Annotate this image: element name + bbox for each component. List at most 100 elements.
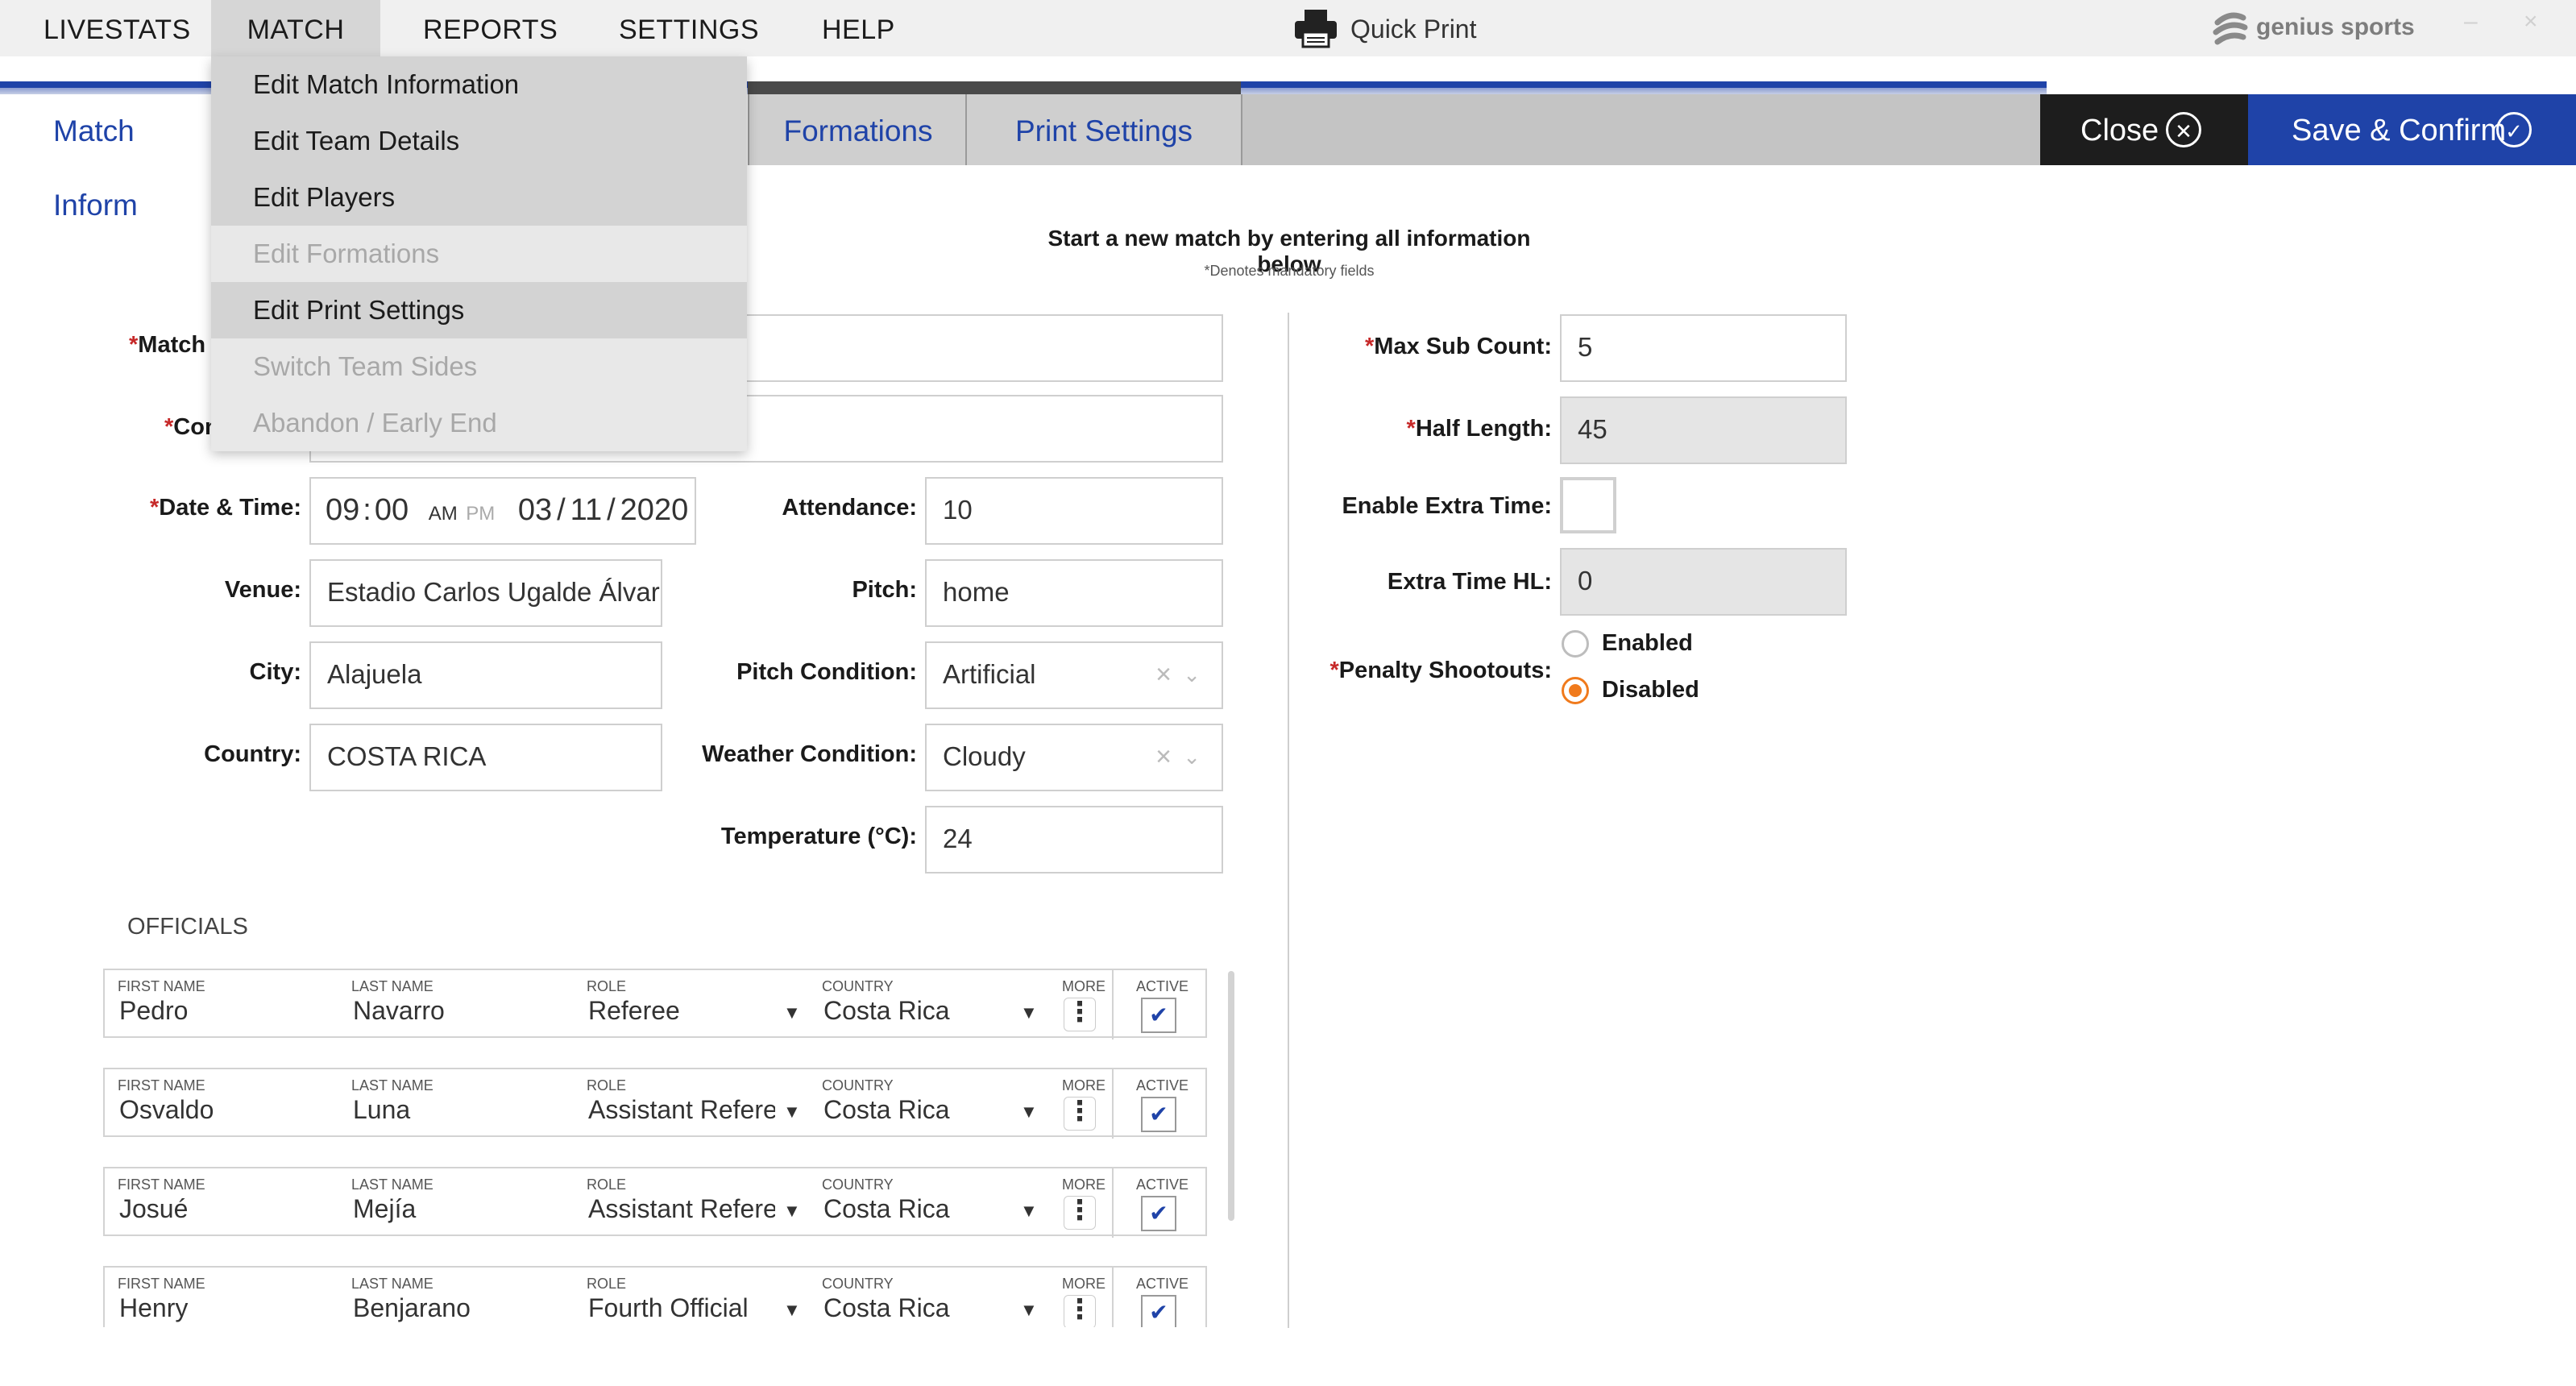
official-role[interactable]: Referee [588,996,775,1026]
menu-reports[interactable]: REPORTS [423,0,558,56]
active-checkbox-check-icon[interactable]: ✔ [1141,1196,1176,1231]
menu-livestats[interactable]: LIVESTATS [44,0,191,56]
enable-extra-time-checkbox[interactable] [1560,477,1616,533]
tab-match-information[interactable]: Match Inform [0,94,214,222]
official-country[interactable]: Costa Rica [823,996,1010,1026]
weather-condition-select[interactable]: Cloudy × ⌄ [925,724,1223,791]
weather-condition-value: Cloudy [943,741,1026,771]
chevron-down-icon[interactable]: ⌄ [1183,725,1201,788]
official-role[interactable]: Assistant Referee [588,1095,775,1125]
half-length-input[interactable]: 45 [1560,396,1847,464]
active-col-label: ACTIVE [1136,1176,1189,1193]
pitch-label: Pitch: [852,577,917,603]
mandatory-note: *Denotes mandatory fields [1204,263,1375,279]
last-name-col-label: LAST NAME [351,1276,433,1292]
menu-item-edit-team-details[interactable]: Edit Team Details [211,113,747,169]
caret-down-icon[interactable]: ▼ [1020,1102,1038,1122]
venue-input[interactable]: Estadio Carlos Ugalde Álvarez [309,559,662,627]
first-name-col-label: FIRST NAME [118,1176,205,1193]
pitch-condition-select[interactable]: Artificial × ⌄ [925,641,1223,709]
competition-label: *Con [164,414,219,440]
penalty-shootouts-label: *Penalty Shootouts: [1329,658,1552,683]
more-options-icon[interactable]: ⋮ [1064,1295,1096,1327]
official-country[interactable]: Costa Rica [823,1095,1010,1125]
caret-down-icon[interactable]: ▼ [783,1201,801,1222]
max-sub-count-label: *Max Sub Count: [1365,334,1552,359]
pitch-input[interactable]: home [925,559,1223,627]
caret-down-icon[interactable]: ▼ [1020,1002,1038,1023]
tab-header-strip [748,81,1241,94]
official-first-name[interactable]: Josué [119,1194,329,1224]
country-col-label: COUNTRY [822,1077,894,1093]
city-input[interactable]: Alajuela [309,641,662,709]
active-checkbox-check-icon[interactable]: ✔ [1141,998,1176,1033]
official-first-name[interactable]: Osvaldo [119,1095,329,1125]
minimize-icon[interactable]: – [2464,8,2478,35]
save-confirm-label: Save & Confirm [2292,114,2507,147]
official-last-name[interactable]: Navarro [353,996,562,1026]
extra-time-hl-label: Extra Time HL: [1387,569,1552,595]
max-sub-count-input[interactable]: 5 [1560,314,1847,382]
enable-extra-time-label: Enable Extra Time: [1342,493,1552,519]
clear-icon[interactable]: × [1155,643,1172,706]
menu-item-edit-players[interactable]: Edit Players [211,169,747,226]
column-divider [1288,313,1289,1328]
caret-down-icon[interactable]: ▼ [1020,1300,1038,1321]
tab-print-settings[interactable]: Print Settings [965,94,1242,165]
officials-scrollbar[interactable] [1228,971,1234,1221]
printer-icon[interactable] [1293,8,1338,48]
more-options-icon[interactable]: ⋮ [1064,998,1096,1031]
caret-down-icon[interactable]: ▼ [1020,1201,1038,1222]
official-country[interactable]: Costa Rica [823,1293,1010,1323]
caret-down-icon[interactable]: ▼ [783,1102,801,1122]
match-label: *Match [129,332,206,358]
city-label: City: [249,659,301,685]
official-last-name[interactable]: Mejía [353,1194,562,1224]
caret-down-icon[interactable]: ▼ [783,1300,801,1321]
official-role[interactable]: Assistant Referee [588,1194,775,1224]
match-dropdown-menu: Edit Match Information Edit Team Details… [211,56,747,451]
temperature-input[interactable]: 24 [925,806,1223,874]
pitch-condition-value: Artificial [943,659,1036,689]
official-row: FIRST NAME Josué LAST NAME Mejía ROLE Assista… [103,1167,1207,1238]
official-last-name[interactable]: Benjarano [353,1293,562,1323]
first-name-col-label: FIRST NAME [118,1276,205,1292]
country-col-label: COUNTRY [822,1176,894,1193]
chevron-down-icon[interactable]: ⌄ [1183,643,1201,706]
extra-time-hl-input[interactable]: 0 [1560,548,1847,616]
caret-down-icon[interactable]: ▼ [783,1002,801,1023]
date-time-input[interactable]: 09:00 AM PM 03/11/2020 [309,477,696,545]
official-role[interactable]: Fourth Official [588,1293,775,1323]
row-divider [1112,1069,1114,1139]
more-options-icon[interactable]: ⋮ [1064,1196,1096,1230]
weather-condition-label: Weather Condition: [702,741,917,767]
more-options-icon[interactable]: ⋮ [1064,1097,1096,1131]
official-first-name[interactable]: Henry [119,1293,329,1323]
clear-icon[interactable]: × [1155,725,1172,788]
attendance-input[interactable]: 10 [925,477,1223,545]
menu-item-edit-match-information[interactable]: Edit Match Information [211,56,747,113]
menu-item-edit-print-settings[interactable]: Edit Print Settings [211,282,747,338]
window-close-icon[interactable]: × [2524,8,2538,35]
close-button[interactable]: Close ✕ [2040,94,2248,165]
penalty-disabled-radio[interactable] [1562,677,1589,704]
active-checkbox-check-icon[interactable]: ✔ [1141,1295,1176,1327]
more-col-label: MORE [1062,1077,1105,1093]
menu-settings[interactable]: SETTINGS [619,0,759,56]
role-col-label: ROLE [587,1276,627,1292]
role-col-label: ROLE [587,1077,627,1093]
official-row: FIRST NAME Pedro LAST NAME Navarro ROLE Refer… [103,969,1207,1040]
official-last-name[interactable]: Luna [353,1095,562,1125]
quick-print-button[interactable]: Quick Print [1350,10,1476,48]
save-confirm-button[interactable]: Save & Confirm ✓ [2248,94,2576,165]
menu-help[interactable]: HELP [822,0,895,56]
official-first-name[interactable]: Pedro [119,996,329,1026]
tab-formations[interactable]: Formations [748,94,967,165]
active-checkbox-check-icon[interactable]: ✔ [1141,1097,1176,1132]
country-input[interactable]: COSTA RICA [309,724,662,791]
official-country[interactable]: Costa Rica [823,1194,1010,1224]
penalty-enabled-radio[interactable] [1562,630,1589,658]
more-col-label: MORE [1062,978,1105,994]
menu-match[interactable]: MATCH [211,0,380,56]
active-col-label: ACTIVE [1136,1276,1189,1292]
